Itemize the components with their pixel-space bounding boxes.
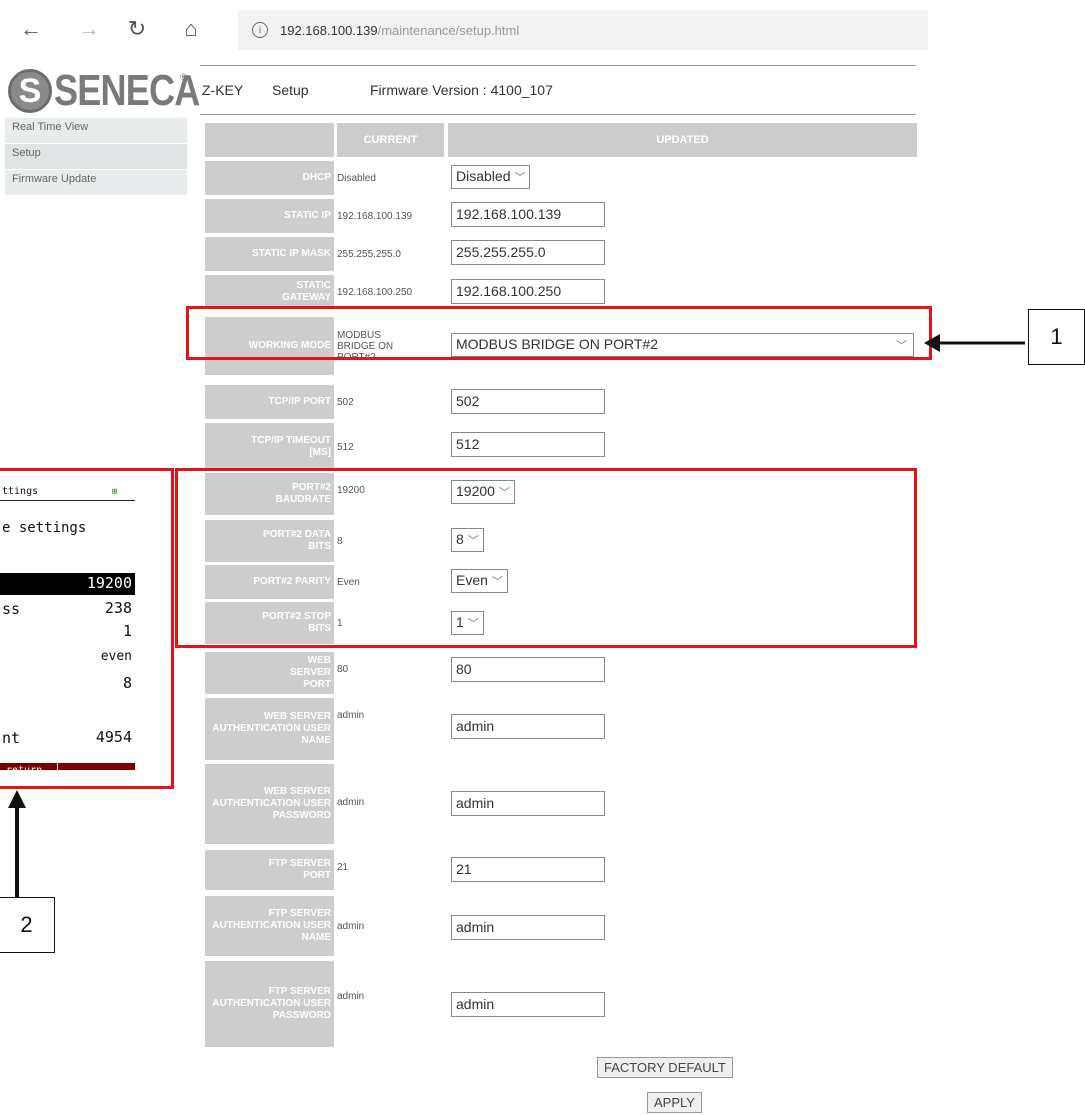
lcd-row-value: 1 [122,622,132,640]
lcd-row-label: nt [2,729,21,747]
factory-default-button[interactable]: FACTORY DEFAULT [597,1057,733,1078]
address-bar[interactable]: i 192.168.100.139/maintenance/setup.html [238,10,928,50]
web-user-password-input[interactable]: admin [451,791,605,816]
battery-icon: ⊞ [112,487,118,497]
lcd-row-value: 19200 [86,574,132,592]
firmware-version: Firmware Version : 4100_107 [370,82,553,98]
current-web-user-password: admin [337,796,365,808]
lcd-title: ttings [2,486,39,497]
lcd-row: 8 [0,673,135,695]
header-rule-top [200,65,916,66]
current-ftp-user-password: admin [337,990,365,1002]
lcd-titlebar: ttings ⊞ [0,485,135,501]
page-title: Setup [272,82,309,98]
row-label-web-server-port: WEB SERVER PORT [205,652,334,694]
reload-icon[interactable]: ↻ [122,14,152,44]
row-label-web-user-password: WEB SERVER AUTHENTICATION USER PASSWORD [205,764,334,844]
row-label-ftp-user-name: FTP SERVER AUTHENTICATION USER NAME [205,896,334,956]
current-web-user-name: admin [337,709,365,721]
info-icon[interactable]: i [252,22,268,38]
highlight-box-port2-settings [175,468,917,648]
lcd-row: 1 [0,621,135,643]
browser-toolbar: ← → ↻ ⌂ i 192.168.100.139/maintenance/se… [0,0,928,58]
ftp-server-port-input[interactable]: 21 [451,857,605,882]
current-ftp-server-port: 21 [337,861,349,873]
tcpip-timeout-input[interactable]: 512 [451,432,605,457]
registered-mark: ® [180,72,187,82]
seneca-logo: S SENECA ® [8,66,231,116]
column-header-current: CURRENT [337,123,444,157]
home-icon[interactable]: ⌂ [176,14,206,44]
page-header: Z-KEY Setup Firmware Version : 4100_107 [200,65,916,115]
row-label-tcpip-port: TCP/IP PORT [205,385,334,419]
ftp-user-name-input[interactable]: admin [451,915,605,940]
web-server-port-input[interactable]: 80 [451,657,605,682]
current-static-ip: 192.168.100.139 [337,210,413,222]
row-label-static-gateway: STATIC GATEWAY [205,275,334,309]
highlight-box-working-mode [186,306,932,360]
header-label-cell [205,123,334,157]
current-static-gateway: 192.168.100.250 [337,286,413,298]
current-static-ip-mask: 255.255.255.0 [337,248,401,260]
sidebar-item-firmware-update[interactable]: Firmware Update [5,170,187,196]
header-rule-bottom [200,114,916,115]
row-label-web-user-name: WEB SERVER AUTHENTICATION USER NAME [205,698,334,760]
row-label-tcpip-timeout: TCP/IP TIMEOUT [ms] [205,423,334,471]
logo-mark: S [8,69,52,113]
lcd-row: nt 4954 [0,727,135,749]
lcd-softkey-bar: return [0,763,135,770]
lcd-return-key: return [0,763,58,770]
lcd-row-value: 8 [122,674,132,692]
tcpip-port-input[interactable]: 502 [451,389,605,414]
sidebar-item-real-time-view[interactable]: Real Time View [5,118,187,144]
arrow-up-icon [8,790,26,898]
column-header-updated: UPDATED [448,123,917,157]
static-ip-mask-input[interactable]: 255.255.255.0 [451,240,605,265]
lcd-row: even [0,648,135,670]
device-name: Z-KEY [202,82,244,98]
row-label-ftp-user-password: FTP SERVER AUTHENTICATION USER PASSWORD [205,961,334,1047]
lcd-row-value: even [100,649,132,664]
sidebar: Real Time View Setup Firmware Update [5,118,187,196]
current-dhcp: Disabled [337,172,376,184]
callout-2: 2 [0,897,55,953]
forward-arrow-icon[interactable]: → [74,14,104,44]
current-tcpip-timeout: 512 [337,441,354,453]
lcd-row-value: 238 [104,599,132,617]
dhcp-select-value: Disabled [456,168,511,184]
ftp-user-password-input[interactable]: admin [451,992,605,1017]
url-host: 192.168.100.139 [280,22,378,38]
url-path: /maintenance/setup.html [377,22,520,38]
row-label-static-ip: STATIC IP [205,199,334,233]
lcd-row-label: ss [2,600,21,618]
current-tcpip-port: 502 [337,396,354,408]
row-label-dhcp: DHCP [205,161,334,195]
current-ftp-user-name: admin [337,920,365,932]
apply-button[interactable]: APPLY [647,1092,702,1113]
row-label-static-ip-mask: STATIC IP MASK [205,237,334,271]
web-user-name-input[interactable]: admin [451,714,605,739]
row-label-ftp-server-port: FTP SERVER PORT [205,850,334,890]
back-arrow-icon[interactable]: ← [16,14,46,44]
lcd-row: 19200 [0,573,135,595]
chevron-down-icon: ﹀ [514,172,526,184]
static-gateway-input[interactable]: 192.168.100.250 [451,279,605,304]
lcd-row-value: 4954 [95,728,132,746]
lcd-row: ss 238 [0,598,135,620]
lcd-subtitle: e settings [2,520,87,536]
arrow-left-icon [924,334,1025,352]
device-lcd-screen: ttings ⊞ e settings 19200 ss 238 1 even 8… [0,480,135,770]
logo-wordmark: SENECA [54,66,200,115]
dhcp-select[interactable]: Disabled ﹀ [451,165,531,189]
static-ip-input[interactable]: 192.168.100.139 [451,202,605,227]
callout-1: 1 [1028,309,1085,365]
current-web-server-port: 80 [337,663,349,675]
sidebar-item-setup[interactable]: Setup [5,144,187,170]
